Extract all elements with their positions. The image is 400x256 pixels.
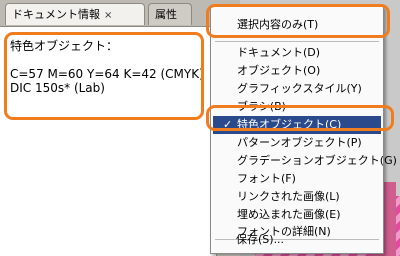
menu-item-graphic-style[interactable]: グラフィックスタイル(Y) [237, 80, 362, 98]
panel-tab-bar: ドキュメント情報 × 属性 [0, 0, 240, 27]
tab-attributes-label: 属性 [155, 8, 177, 21]
menu-item-pattern-object[interactable]: パターンオブジェクト(P) [237, 134, 362, 152]
tab-document-info[interactable]: ドキュメント情報 × [5, 3, 145, 25]
highlight-selection-only [206, 4, 390, 38]
menu-item-embedded-images[interactable]: 埋め込まれた画像(E) [237, 206, 341, 224]
highlight-info-content [4, 32, 204, 120]
menu-item-object[interactable]: オブジェクト(O) [237, 62, 320, 80]
menu-separator [215, 41, 379, 42]
tab-document-info-label: ドキュメント情報 [12, 8, 100, 21]
menu-item-linked-images[interactable]: リンクされた画像(L) [237, 188, 340, 206]
menu-item-save[interactable]: 保存(S)... [236, 231, 284, 249]
menu-item-document[interactable]: ドキュメント(D) [237, 44, 320, 62]
menu-item-gradient-object[interactable]: グラデーションオブジェクト(G) [237, 152, 397, 170]
tab-close-icon[interactable]: × [104, 10, 112, 21]
tab-attributes[interactable]: 属性 [148, 3, 192, 25]
menu-item-font[interactable]: フォント(F) [237, 170, 296, 188]
highlight-spot-color-object [206, 105, 394, 131]
